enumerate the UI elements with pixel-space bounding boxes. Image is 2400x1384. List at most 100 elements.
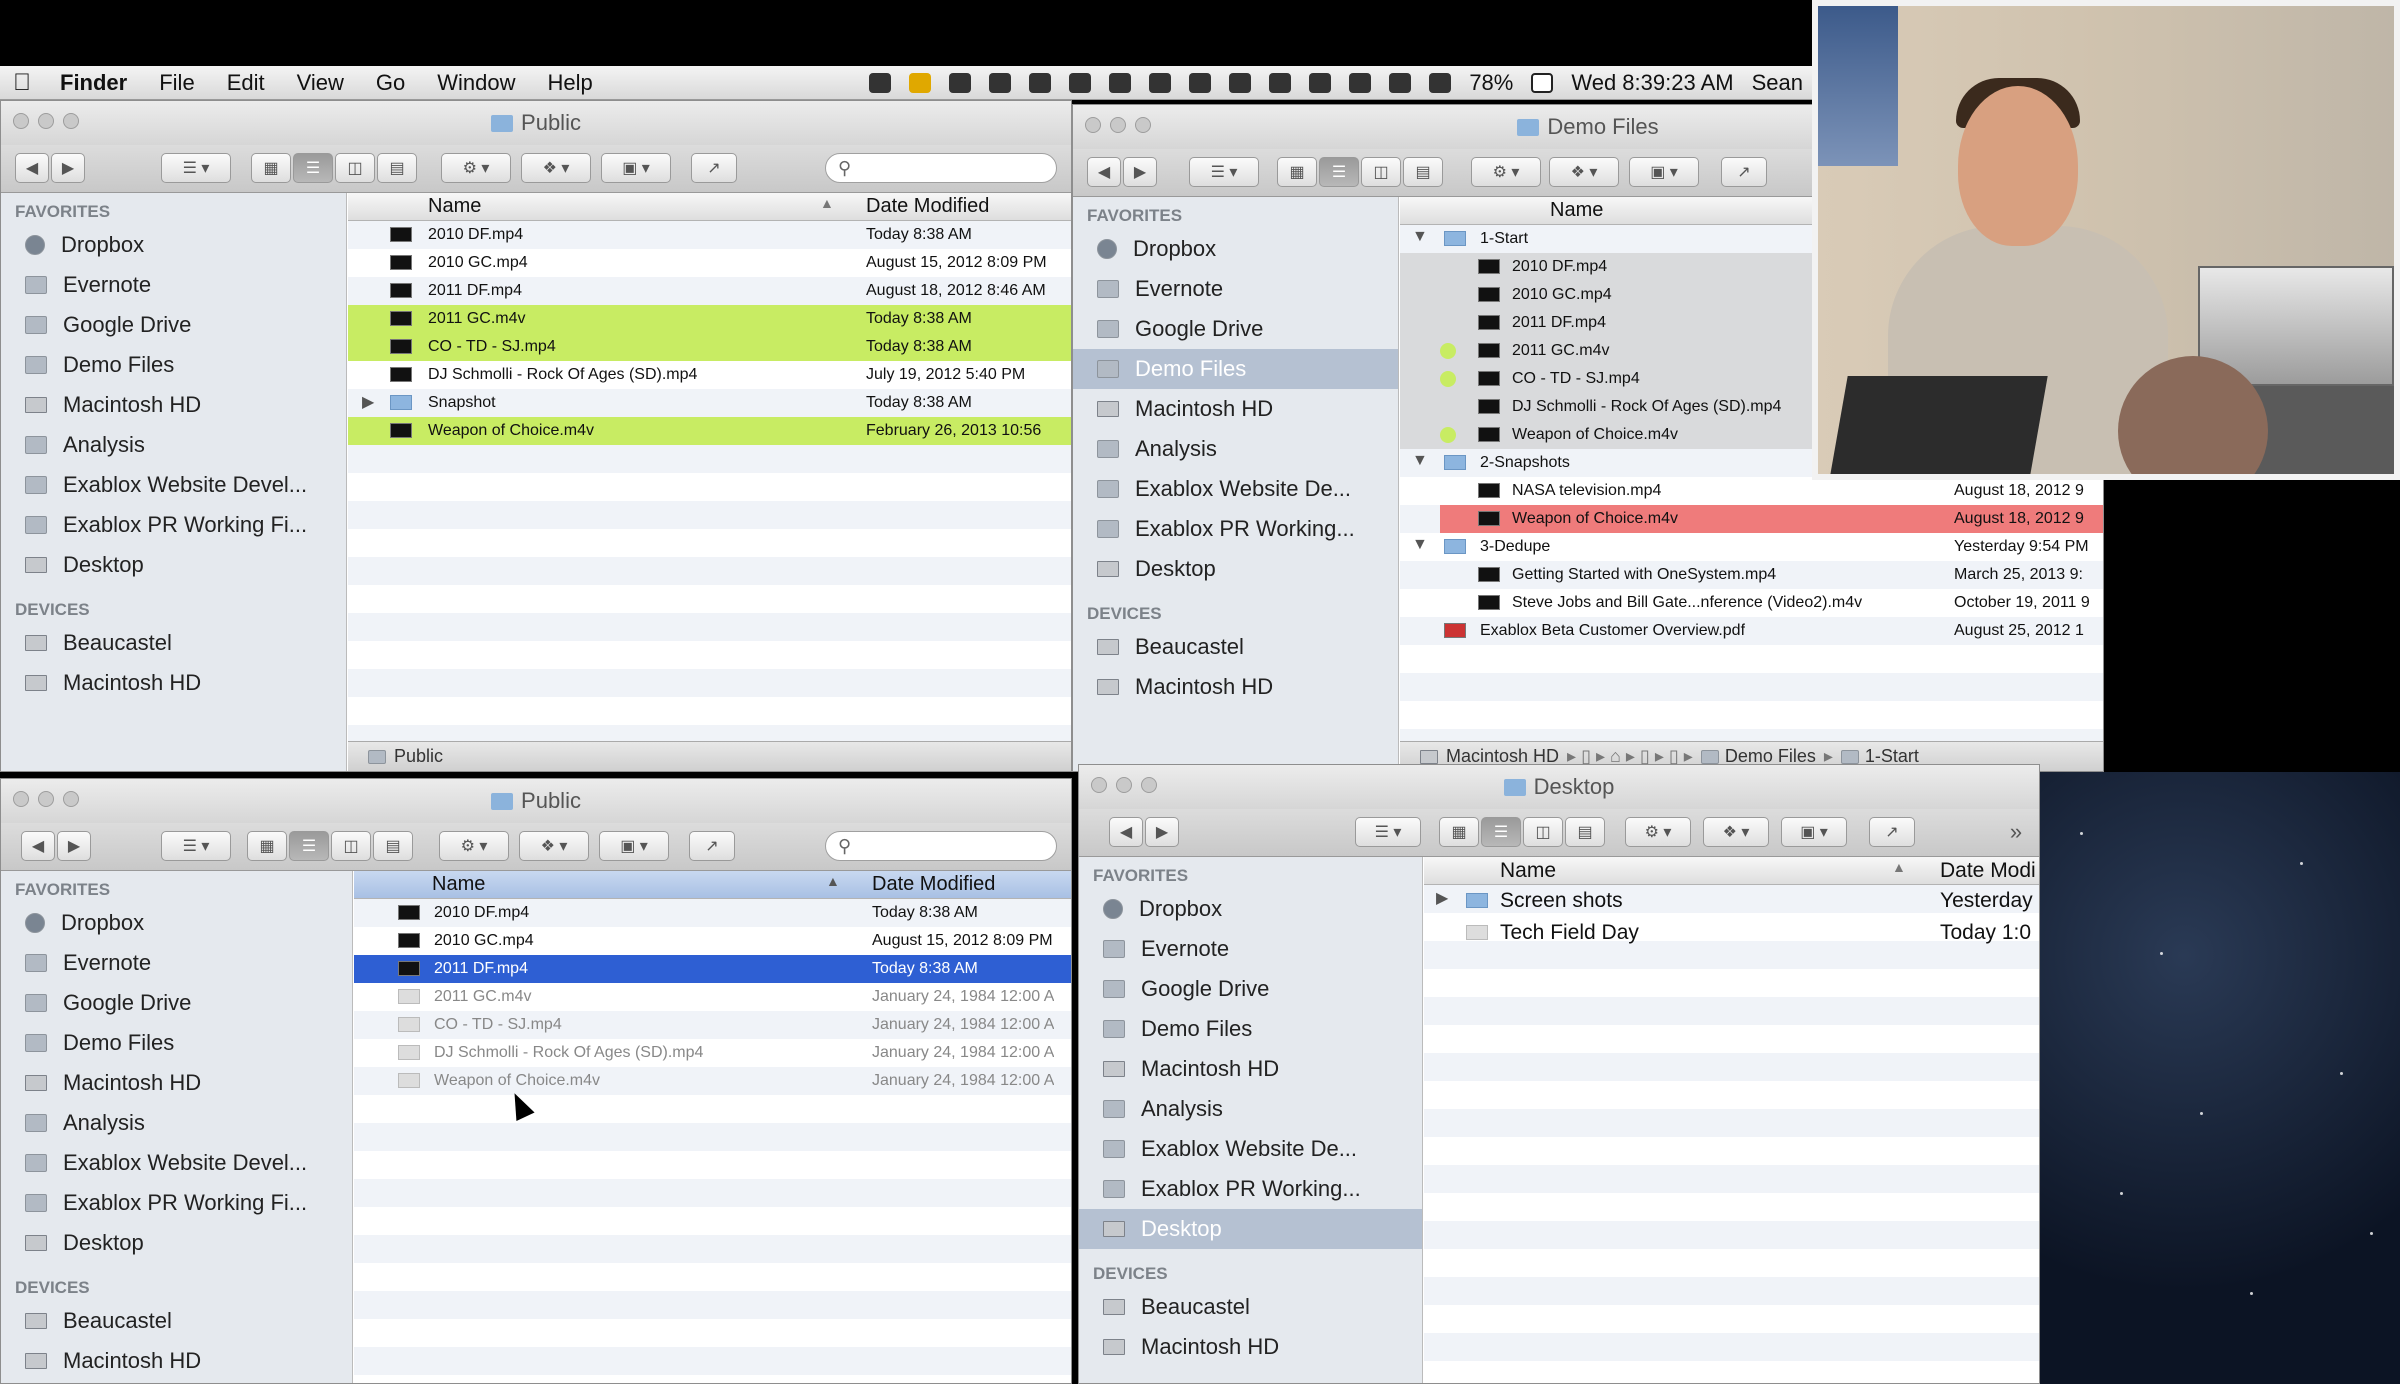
sidebar-item-demo-files[interactable]: Demo Files <box>1073 349 1398 389</box>
file-row[interactable]: DJ Schmolli - Rock Of Ages (SD).mp4 Janua… <box>354 1039 1071 1067</box>
forward-button[interactable]: ▶ <box>1145 817 1179 847</box>
dropbox-menu[interactable]: ❖ ▾ <box>519 831 589 861</box>
sidebar-item-evernote[interactable]: Evernote <box>1073 269 1398 309</box>
file-row[interactable]: Weapon of Choice.m4v January 24, 1984 12:… <box>354 1067 1071 1095</box>
file-row[interactable]: 2010 GC.mp4 August 15, 2012 8:09 PM <box>348 249 1071 277</box>
menu-finder[interactable]: Finder <box>44 70 143 96</box>
sidebar-item-exablox-pr[interactable]: Exablox PR Working... <box>1073 509 1398 549</box>
back-button[interactable]: ◀ <box>1109 817 1143 847</box>
sidebar-item-dropbox[interactable]: Dropbox <box>1079 889 1422 929</box>
dropbox-menu[interactable]: ❖ ▾ <box>1549 157 1619 187</box>
label-menu[interactable]: ▣ ▾ <box>601 153 671 183</box>
sidebar-item-dropbox[interactable]: Dropbox <box>1 225 346 265</box>
action-menu[interactable]: ⚙ ▾ <box>439 831 509 861</box>
wifi-icon[interactable] <box>1389 73 1412 93</box>
title-bar[interactable]: Public <box>1 779 1071 823</box>
sidebar-item-analysis[interactable]: Analysis <box>1 1103 352 1143</box>
disclosure-triangle-icon[interactable]: ▶ <box>1436 888 1448 908</box>
search-field[interactable]: ⚲ <box>825 831 1057 861</box>
column-name[interactable]: Name <box>1500 859 1556 883</box>
file-row[interactable]: 2011 DF.mp4 August 18, 2012 8:46 AM <box>348 277 1071 305</box>
sidebar-item-evernote[interactable]: Evernote <box>1 265 346 305</box>
dropbox-menu[interactable]: ❖ ▾ <box>521 153 591 183</box>
sidebar-item-macintosh-hd[interactable]: Macintosh HD <box>1 1063 352 1103</box>
column-date-modified[interactable]: Date Modi <box>1940 859 2036 883</box>
sidebar-item-beaucastel[interactable]: Beaucastel <box>1 1301 352 1341</box>
menu-help[interactable]: Help <box>532 70 609 96</box>
sidebar-item-macintosh-hd[interactable]: Macintosh HD <box>1 385 346 425</box>
arrange-menu[interactable]: ☰ ▾ <box>1189 157 1259 187</box>
bluetooth-icon[interactable] <box>1349 73 1372 93</box>
clock[interactable]: Wed 8:39:23 AM <box>1571 70 1733 96</box>
file-row[interactable]: 2010 DF.mp4 Today 8:38 AM <box>354 899 1071 927</box>
coverflow-view-button[interactable]: ▤ <box>377 153 417 183</box>
icon-view-button[interactable]: ▦ <box>247 831 287 861</box>
action-menu[interactable]: ⚙ ▾ <box>1625 817 1691 847</box>
sidebar-item-demo-files[interactable]: Demo Files <box>1 1023 352 1063</box>
share-button[interactable]: ↗ <box>1869 817 1915 847</box>
column-date-modified[interactable]: Date Modified <box>866 195 989 218</box>
list-view-button[interactable]: ☰ <box>1319 157 1359 187</box>
menu-edit[interactable]: Edit <box>211 70 281 96</box>
sidebar-item-macintosh-hd-device[interactable]: Macintosh HD <box>1 663 346 703</box>
list-view-button[interactable]: ☰ <box>1481 817 1521 847</box>
folder-row[interactable]: ▶ Screen shots Yesterday <box>1424 885 2039 917</box>
file-row-selected[interactable]: 2011 DF.mp4 Today 8:38 AM <box>354 955 1071 983</box>
file-row-labeled-green[interactable]: 2011 GC.m4v Today 8:38 AM <box>348 305 1071 333</box>
arrange-menu[interactable]: ☰ ▾ <box>161 153 231 183</box>
coverflow-view-button[interactable]: ▤ <box>1403 157 1443 187</box>
sidebar-item-macintosh-hd-device[interactable]: Macintosh HD <box>1079 1327 1422 1367</box>
file-row-labeled-red[interactable]: Weapon of Choice.m4v August 18, 2012 9 <box>1440 505 2103 533</box>
sidebar-item-google-drive[interactable]: Google Drive <box>1 983 352 1023</box>
file-row[interactable]: DJ Schmolli - Rock Of Ages (SD).mp4 July … <box>348 361 1071 389</box>
arrange-menu[interactable]: ☰ ▾ <box>161 831 231 861</box>
file-row[interactable]: NASA television.mp4 August 18, 2012 9 <box>1400 477 2103 505</box>
sidebar-item-google-drive[interactable]: Google Drive <box>1079 969 1422 1009</box>
file-row[interactable]: Steve Jobs and Bill Gate...nference (Vid… <box>1400 589 2103 617</box>
sidebar-item-macintosh-hd[interactable]: Macintosh HD <box>1079 1049 1422 1089</box>
sidebar-item-demo-files[interactable]: Demo Files <box>1 345 346 385</box>
copy-icon[interactable] <box>1189 73 1212 93</box>
column-view-button[interactable]: ◫ <box>331 831 371 861</box>
google-drive-icon[interactable] <box>989 73 1012 93</box>
column-view-button[interactable]: ◫ <box>1361 157 1401 187</box>
share-button[interactable]: ↗ <box>1721 157 1767 187</box>
icon-view-button[interactable]: ▦ <box>1439 817 1479 847</box>
display-icon[interactable] <box>1229 73 1252 93</box>
toolbar-overflow-icon[interactable]: » <box>2001 817 2031 847</box>
path-item[interactable]: Public <box>394 746 443 767</box>
sidebar-item-desktop[interactable]: Desktop <box>1073 549 1398 589</box>
column-date-modified[interactable]: Date Modified <box>872 873 995 896</box>
back-button[interactable]: ◀ <box>21 831 55 861</box>
sidebar-item-desktop[interactable]: Desktop <box>1 1223 352 1263</box>
share-button[interactable]: ↗ <box>689 831 735 861</box>
sidebar-item-exablox-pr[interactable]: Exablox PR Working Fi... <box>1 1183 352 1223</box>
file-row[interactable]: Exablox Beta Customer Overview.pdf August… <box>1400 617 2103 645</box>
forward-button[interactable]: ▶ <box>57 831 91 861</box>
file-row-labeled-green[interactable]: CO - TD - SJ.mp4 Today 8:38 AM <box>348 333 1071 361</box>
menu-window[interactable]: Window <box>421 70 531 96</box>
column-name[interactable]: Name <box>432 873 485 896</box>
action-menu[interactable]: ⚙ ▾ <box>1471 157 1541 187</box>
sidebar-item-exablox-website[interactable]: Exablox Website Devel... <box>1 1143 352 1183</box>
file-row[interactable]: CO - TD - SJ.mp4 January 24, 1984 12:00 A <box>354 1011 1071 1039</box>
arrange-menu[interactable]: ☰ ▾ <box>1355 817 1421 847</box>
sidebar-item-exablox-website[interactable]: Exablox Website De... <box>1079 1129 1422 1169</box>
title-bar[interactable]: Desktop <box>1079 765 2039 809</box>
menu-go[interactable]: Go <box>360 70 421 96</box>
label-menu[interactable]: ▣ ▾ <box>1629 157 1699 187</box>
sidebar-item-desktop[interactable]: Desktop <box>1 545 346 585</box>
sidebar-item-evernote[interactable]: Evernote <box>1 943 352 983</box>
column-view-button[interactable]: ◫ <box>335 153 375 183</box>
sidebar-item-analysis[interactable]: Analysis <box>1079 1089 1422 1129</box>
coverflow-view-button[interactable]: ▤ <box>373 831 413 861</box>
sidebar-item-google-drive[interactable]: Google Drive <box>1 305 346 345</box>
icon-view-button[interactable]: ▦ <box>251 153 291 183</box>
sidebar-item-macintosh-hd[interactable]: Macintosh HD <box>1073 389 1398 429</box>
share-button[interactable]: ↗ <box>691 153 737 183</box>
menu-file[interactable]: File <box>143 70 210 96</box>
file-row[interactable]: 2010 GC.mp4 August 15, 2012 8:09 PM <box>354 927 1071 955</box>
sidebar-item-dropbox[interactable]: Dropbox <box>1 903 352 943</box>
forward-button[interactable]: ▶ <box>1123 157 1157 187</box>
time-machine-icon[interactable] <box>1309 73 1332 93</box>
